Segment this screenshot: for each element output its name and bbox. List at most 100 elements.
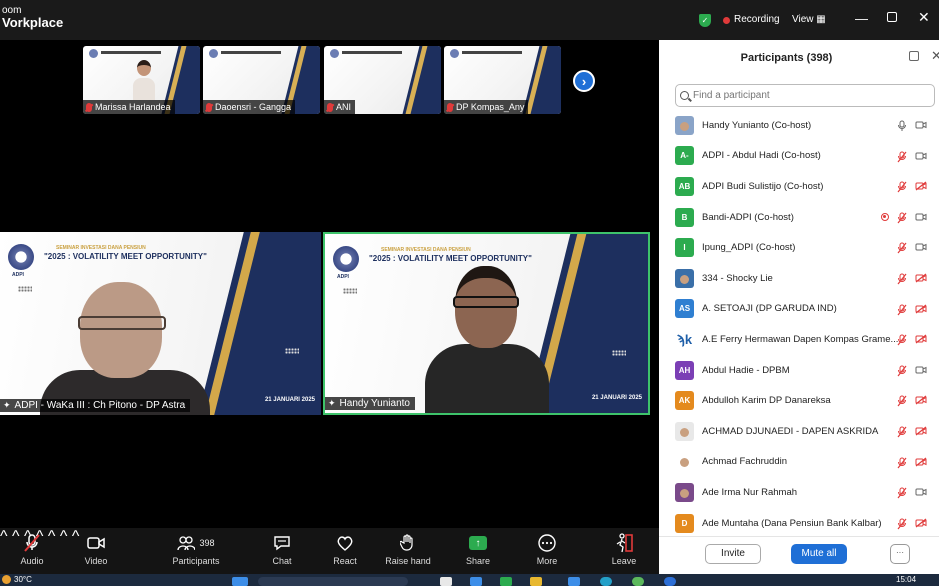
panel-more-button[interactable]: ··· (890, 544, 910, 564)
video-tile-pitono[interactable]: ADPI SEMINAR INVESTASI DANA PENSIUN "202… (0, 232, 321, 415)
participant-row[interactable]: Achmad Fachruddin (675, 447, 939, 478)
camera-off-icon[interactable] (915, 518, 927, 531)
react-label: React (333, 556, 357, 566)
participant-row[interactable]: B Bandi-ADPI (Co-host) (675, 202, 939, 233)
participant-name: Abdulloh Karim DP Danareksa (702, 395, 831, 407)
mic-muted-icon[interactable] (897, 212, 907, 227)
panel-close-button[interactable]: ✕ (931, 48, 939, 64)
recording-label[interactable]: Recording (734, 14, 780, 25)
chat-label: Chat (272, 556, 292, 566)
popout-icon[interactable] (909, 51, 919, 61)
video-tile-handy[interactable]: ADPI SEMINAR INVESTASI DANA PENSIUN "202… (323, 232, 650, 415)
video-button[interactable]: Video (66, 532, 126, 566)
participant-avatar (675, 268, 694, 288)
participants-button[interactable]: 398 Participants (166, 532, 226, 566)
taskbar-app-icon[interactable] (470, 577, 482, 586)
mic-muted-icon[interactable] (897, 457, 907, 472)
participant-row[interactable]: A- ADPI - Abdul Hadi (Co-host) (675, 141, 939, 172)
participant-row[interactable]: AH Abdul Hadie - DPBM (675, 355, 939, 386)
close-window-button[interactable]: ✕ (918, 9, 930, 26)
taskbar-app-icon[interactable] (664, 577, 676, 586)
camera-off-icon[interactable] (915, 334, 927, 347)
taskbar-app-icon[interactable] (568, 577, 580, 586)
taskbar-app-icon[interactable] (440, 577, 452, 586)
audio-button[interactable]: Audio (2, 532, 62, 566)
camera-off-icon[interactable] (915, 304, 927, 317)
camera-icon[interactable] (915, 120, 927, 133)
camera-icon[interactable] (915, 242, 927, 255)
maximize-button[interactable] (887, 12, 897, 22)
gallery-thumbnail[interactable]: ANI (324, 46, 441, 114)
camera-off-icon[interactable] (915, 395, 927, 408)
mic-muted-icon[interactable] (897, 518, 907, 533)
participant-name: Handy Yunianto (Co-host) (702, 119, 812, 131)
view-button[interactable]: View ▦ (792, 14, 826, 25)
mic-muted-icon[interactable] (897, 181, 907, 196)
participant-row[interactable]: AB ADPI Budi Sulistijo (Co-host) (675, 171, 939, 202)
mic-muted-icon[interactable] (897, 395, 907, 410)
participant-row[interactable]: ACHMAD DJUNAEDI - DAPEN ASKRIDA (675, 416, 939, 447)
mic-muted-icon[interactable] (897, 334, 907, 349)
participant-row[interactable]: AS A. SETOAJI (DP GARUDA IND) (675, 294, 939, 325)
leave-button[interactable]: Leave (594, 532, 654, 566)
camera-icon[interactable] (915, 151, 927, 164)
invite-button[interactable]: Invite (705, 544, 761, 564)
panel-title: Participants (398) (740, 52, 833, 64)
mic-muted-icon[interactable] (897, 151, 907, 166)
participant-row[interactable]: I Ipung_ADPI (Co-host) (675, 232, 939, 263)
mic-muted-icon[interactable] (897, 242, 907, 257)
more-button[interactable]: More (517, 532, 577, 566)
participant-row[interactable]: D Ade Muntaha (Dana Pensiun Bank Kalbar) (675, 508, 939, 539)
camera-off-icon[interactable] (915, 426, 927, 439)
raise-hand-button[interactable]: Raise hand (378, 532, 438, 566)
gallery-thumbnail[interactable]: Marissa Harlandea (83, 46, 200, 114)
camera-icon[interactable] (915, 487, 927, 500)
chat-button[interactable]: Chat (252, 532, 312, 566)
participant-row[interactable]: 334 - Shocky Lie (675, 263, 939, 294)
gallery-thumbnail[interactable]: Daoensri - Gangga (203, 46, 320, 114)
gallery-next-button[interactable]: › (573, 70, 595, 92)
participant-initials-avatar: I (675, 238, 694, 258)
mic-muted-icon[interactable] (897, 365, 907, 380)
camera-icon[interactable] (915, 212, 927, 225)
participant-initials-avatar: AB (675, 176, 694, 196)
react-button[interactable]: React (315, 532, 375, 566)
participant-name: Ade Irma Nur Rahmah (702, 486, 798, 498)
share-button[interactable]: ↑ Share (448, 532, 508, 566)
camera-off-icon[interactable] (915, 457, 927, 470)
mic-muted-icon[interactable] (897, 487, 907, 502)
taskbar-app-icon[interactable] (500, 577, 512, 586)
taskbar-app-icon[interactable] (600, 577, 612, 586)
participant-avatar (675, 482, 694, 502)
taskbar-search-box[interactable] (258, 577, 408, 586)
mic-icon[interactable] (897, 120, 907, 135)
shield-icon[interactable]: ✓ (699, 14, 711, 27)
participant-row[interactable]: Handy Yunianto (Co-host) (675, 110, 939, 141)
weather-widget[interactable]: 30°C (2, 575, 32, 584)
participant-row[interactable]: AK Abdulloh Karim DP Danareksa (675, 385, 939, 416)
mic-muted-icon[interactable] (897, 426, 907, 441)
mute-all-button[interactable]: Mute all (791, 544, 847, 564)
taskbar-app-icon[interactable] (530, 577, 542, 586)
camera-off-icon[interactable] (915, 181, 927, 194)
gallery-thumbnail[interactable]: DP Kompas_Any (444, 46, 561, 114)
os-taskbar: 30°C 15:04 (0, 574, 939, 586)
start-menu-icon[interactable] (232, 577, 248, 586)
participant-row[interactable]: ϡk A.E Ferry Hermawan Dapen Kompas Grame.… (675, 324, 939, 355)
camera-off-icon[interactable] (915, 273, 927, 286)
participant-name: Ade Muntaha (Dana Pensiun Bank Kalbar) (702, 517, 882, 529)
pin-icon: ✦ (3, 400, 11, 410)
minimize-button[interactable]: — (855, 11, 868, 26)
participant-name: Ipung_ADPI (Co-host) (702, 242, 796, 254)
mic-muted-icon[interactable] (897, 273, 907, 288)
taskbar-clock[interactable]: 15:04 (896, 575, 916, 584)
participant-name: ACHMAD DJUNAEDI - DAPEN ASKRIDA (702, 425, 879, 437)
camera-icon[interactable] (915, 365, 927, 378)
participant-search-input[interactable] (693, 90, 913, 101)
audio-label: Audio (20, 556, 44, 566)
taskbar-app-icon[interactable] (632, 577, 644, 586)
mic-muted-icon[interactable] (897, 304, 907, 319)
org-logo-icon (209, 49, 218, 58)
participant-search[interactable] (675, 84, 935, 107)
participant-row[interactable]: Ade Irma Nur Rahmah (675, 477, 939, 508)
